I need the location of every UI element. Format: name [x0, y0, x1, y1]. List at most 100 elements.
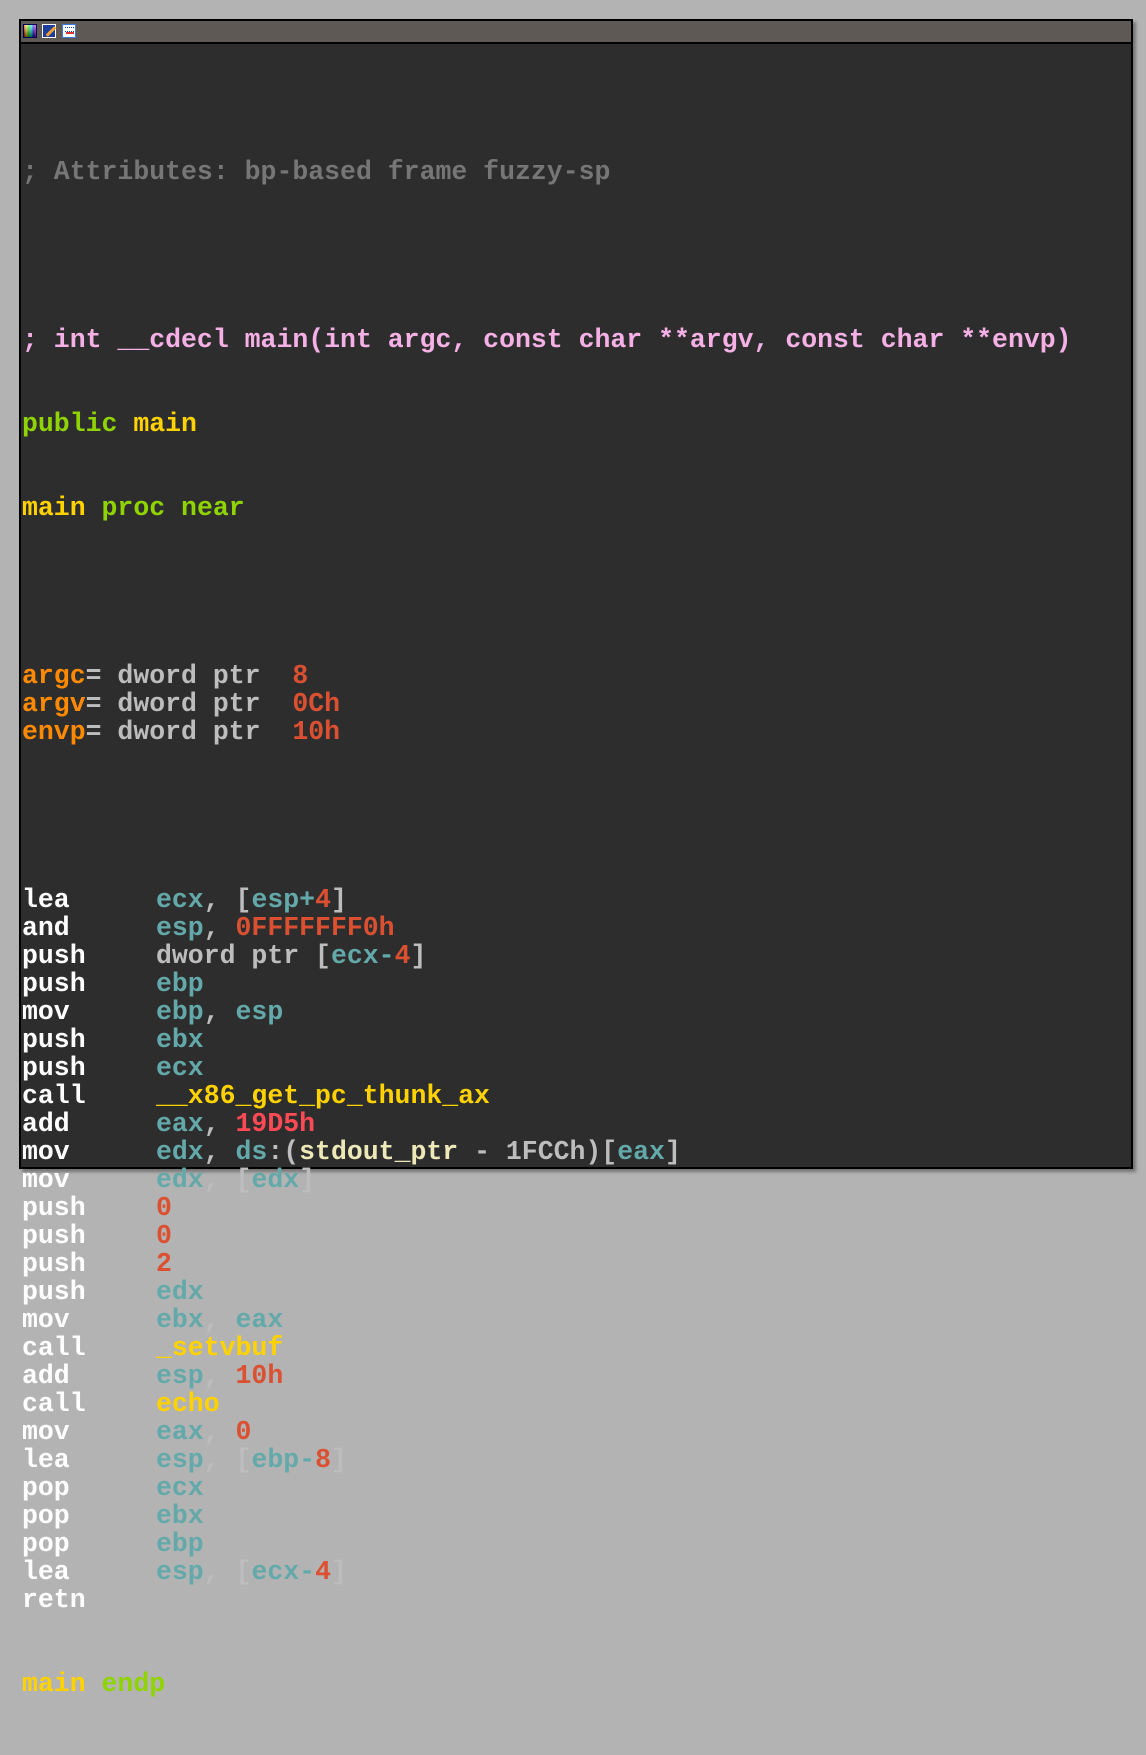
register-operand[interactable]: ds — [236, 1137, 268, 1167]
stack-var-name[interactable]: argc — [22, 661, 86, 691]
register-operand[interactable]: - — [299, 1557, 315, 1587]
proc-name[interactable]: main — [22, 493, 86, 523]
call-target[interactable]: __x86_get_pc_thunk_ax — [156, 1081, 490, 1111]
color-palette-icon[interactable] — [23, 24, 37, 38]
register-operand[interactable]: eax — [236, 1305, 284, 1335]
mnemonic: mov — [22, 1165, 70, 1195]
instruction-line[interactable]: lea ecx, [esp+4] — [22, 886, 1072, 914]
graph-view-icon[interactable] — [62, 24, 76, 38]
register-operand[interactable]: ebx — [156, 1305, 204, 1335]
instruction-line[interactable]: pop ebx — [22, 1502, 1072, 1530]
immediate-operand: 10h — [235, 1361, 284, 1391]
stack-var-name[interactable]: argv — [22, 689, 86, 719]
mnemonic: push — [22, 1221, 86, 1251]
register-operand[interactable]: edx — [156, 1277, 204, 1307]
instruction-line[interactable]: call _setvbuf — [22, 1334, 1072, 1362]
register-operand[interactable]: - — [379, 941, 395, 971]
register-operand[interactable]: esp — [156, 913, 204, 943]
register-operand[interactable]: ecx — [156, 1473, 204, 1503]
register-operand[interactable]: edx — [156, 1137, 204, 1167]
public-symbol[interactable]: main — [133, 409, 197, 439]
register-operand[interactable]: ebx — [156, 1501, 204, 1531]
mnemonic: pop — [22, 1529, 70, 1559]
instruction-line[interactable]: mov eax, 0 — [22, 1418, 1072, 1446]
immediate-operand: 19D5h — [235, 1109, 316, 1139]
instruction-line[interactable]: pop ecx — [22, 1474, 1072, 1502]
instruction-line[interactable]: call echo — [22, 1390, 1072, 1418]
instruction-line[interactable]: mov ebp, esp — [22, 998, 1072, 1026]
instruction-line[interactable]: mov edx, ds:(stdout_ptr - 1FCCh)[eax] — [22, 1138, 1072, 1166]
instruction-line[interactable]: push 0 — [22, 1222, 1072, 1250]
instruction-list: lea ecx, [esp+4] and esp, 0FFFFFFF0h push dwo… — [22, 886, 1072, 1614]
register-operand[interactable]: ecx — [156, 885, 204, 915]
register-operand[interactable]: ecx — [331, 941, 379, 971]
register-operand[interactable]: ecx — [156, 1053, 204, 1083]
instruction-line[interactable]: push 0 — [22, 1194, 1072, 1222]
instruction-line[interactable]: push edx — [22, 1278, 1072, 1306]
immediate-operand: 8 — [315, 1445, 331, 1475]
operand-punctuation: ] — [330, 1445, 347, 1475]
register-operand[interactable]: edx — [251, 1165, 299, 1195]
register-operand[interactable]: esp — [251, 885, 299, 915]
register-operand[interactable]: ebx — [156, 1025, 204, 1055]
mnemonic: mov — [22, 1137, 70, 1167]
mnemonic: call — [22, 1389, 86, 1419]
mnemonic: push — [22, 1053, 86, 1083]
register-operand[interactable]: ebp — [156, 1529, 204, 1559]
register-operand[interactable]: edx — [156, 1165, 204, 1195]
operand-punctuation: ] — [330, 1557, 347, 1587]
instruction-line[interactable]: add eax, 19D5h — [22, 1110, 1072, 1138]
instruction-line[interactable]: push ecx — [22, 1054, 1072, 1082]
stack-variables: argc= dword ptr 8 argv= dword ptr 0Ch envp… — [22, 662, 1072, 746]
instruction-line[interactable]: add esp, 10h — [22, 1362, 1072, 1390]
call-target[interactable]: _setvbuf — [156, 1333, 283, 1363]
instruction-line[interactable]: and esp, 0FFFFFFF0h — [22, 914, 1072, 942]
instruction-line[interactable]: retn — [22, 1586, 1072, 1614]
proc-directive: main proc near — [22, 494, 1072, 522]
register-operand[interactable]: esp — [236, 997, 284, 1027]
operand-punctuation: ] — [410, 941, 427, 971]
register-operand[interactable]: ebp — [156, 997, 204, 1027]
stack-var-name[interactable]: envp — [22, 717, 86, 747]
instruction-line[interactable]: lea esp, [ecx-4] — [22, 1558, 1072, 1586]
register-operand[interactable]: - — [299, 1445, 315, 1475]
immediate-operand: 0 — [235, 1417, 252, 1447]
register-operand[interactable]: eax — [156, 1417, 204, 1447]
endp-keyword: endp — [101, 1669, 166, 1699]
operand-punctuation: , — [203, 1109, 236, 1139]
instruction-line[interactable]: lea esp, [ebp-8] — [22, 1446, 1072, 1474]
register-operand[interactable]: esp — [156, 1445, 204, 1475]
disassembly-listing[interactable]: ; Attributes: bp-based frame fuzzy-sp ; … — [22, 102, 1072, 1754]
instruction-line[interactable]: push 2 — [22, 1250, 1072, 1278]
register-operand[interactable]: esp — [156, 1557, 204, 1587]
register-operand[interactable]: eax — [156, 1109, 204, 1139]
register-operand[interactable]: ecx — [251, 1557, 299, 1587]
mnemonic: mov — [22, 1417, 70, 1447]
mnemonic: lea — [22, 1557, 70, 1587]
endp-directive: main endp — [22, 1670, 1072, 1698]
call-target[interactable]: echo — [156, 1389, 220, 1419]
stack-var-line: argc= dword ptr 8 — [22, 662, 1072, 690]
register-operand[interactable]: esp — [156, 1361, 204, 1391]
immediate-operand: 4 — [315, 885, 331, 915]
instruction-line[interactable]: mov ebx, eax — [22, 1306, 1072, 1334]
register-operand[interactable]: ebp — [156, 969, 204, 999]
register-operand[interactable]: ebp — [251, 1445, 299, 1475]
stack-var-decl: = dword ptr — [85, 717, 293, 747]
instruction-line[interactable]: push ebp — [22, 970, 1072, 998]
symbol-operand[interactable]: stdout_ptr — [299, 1137, 458, 1167]
instruction-line[interactable]: pop ebp — [22, 1530, 1072, 1558]
operand-punctuation: , — [203, 913, 236, 943]
register-operand[interactable]: eax — [617, 1137, 665, 1167]
register-operand[interactable]: + — [299, 885, 315, 915]
instruction-line[interactable]: call __x86_get_pc_thunk_ax — [22, 1082, 1072, 1110]
stack-var-offset: 0Ch — [292, 689, 341, 719]
instruction-line[interactable]: mov edx, [edx] — [22, 1166, 1072, 1194]
pencil-edit-icon[interactable] — [42, 24, 56, 38]
endp-name[interactable]: main — [22, 1669, 86, 1699]
instruction-line[interactable]: push dword ptr [ecx-4] — [22, 942, 1072, 970]
instruction-line[interactable]: push ebx — [22, 1026, 1072, 1054]
